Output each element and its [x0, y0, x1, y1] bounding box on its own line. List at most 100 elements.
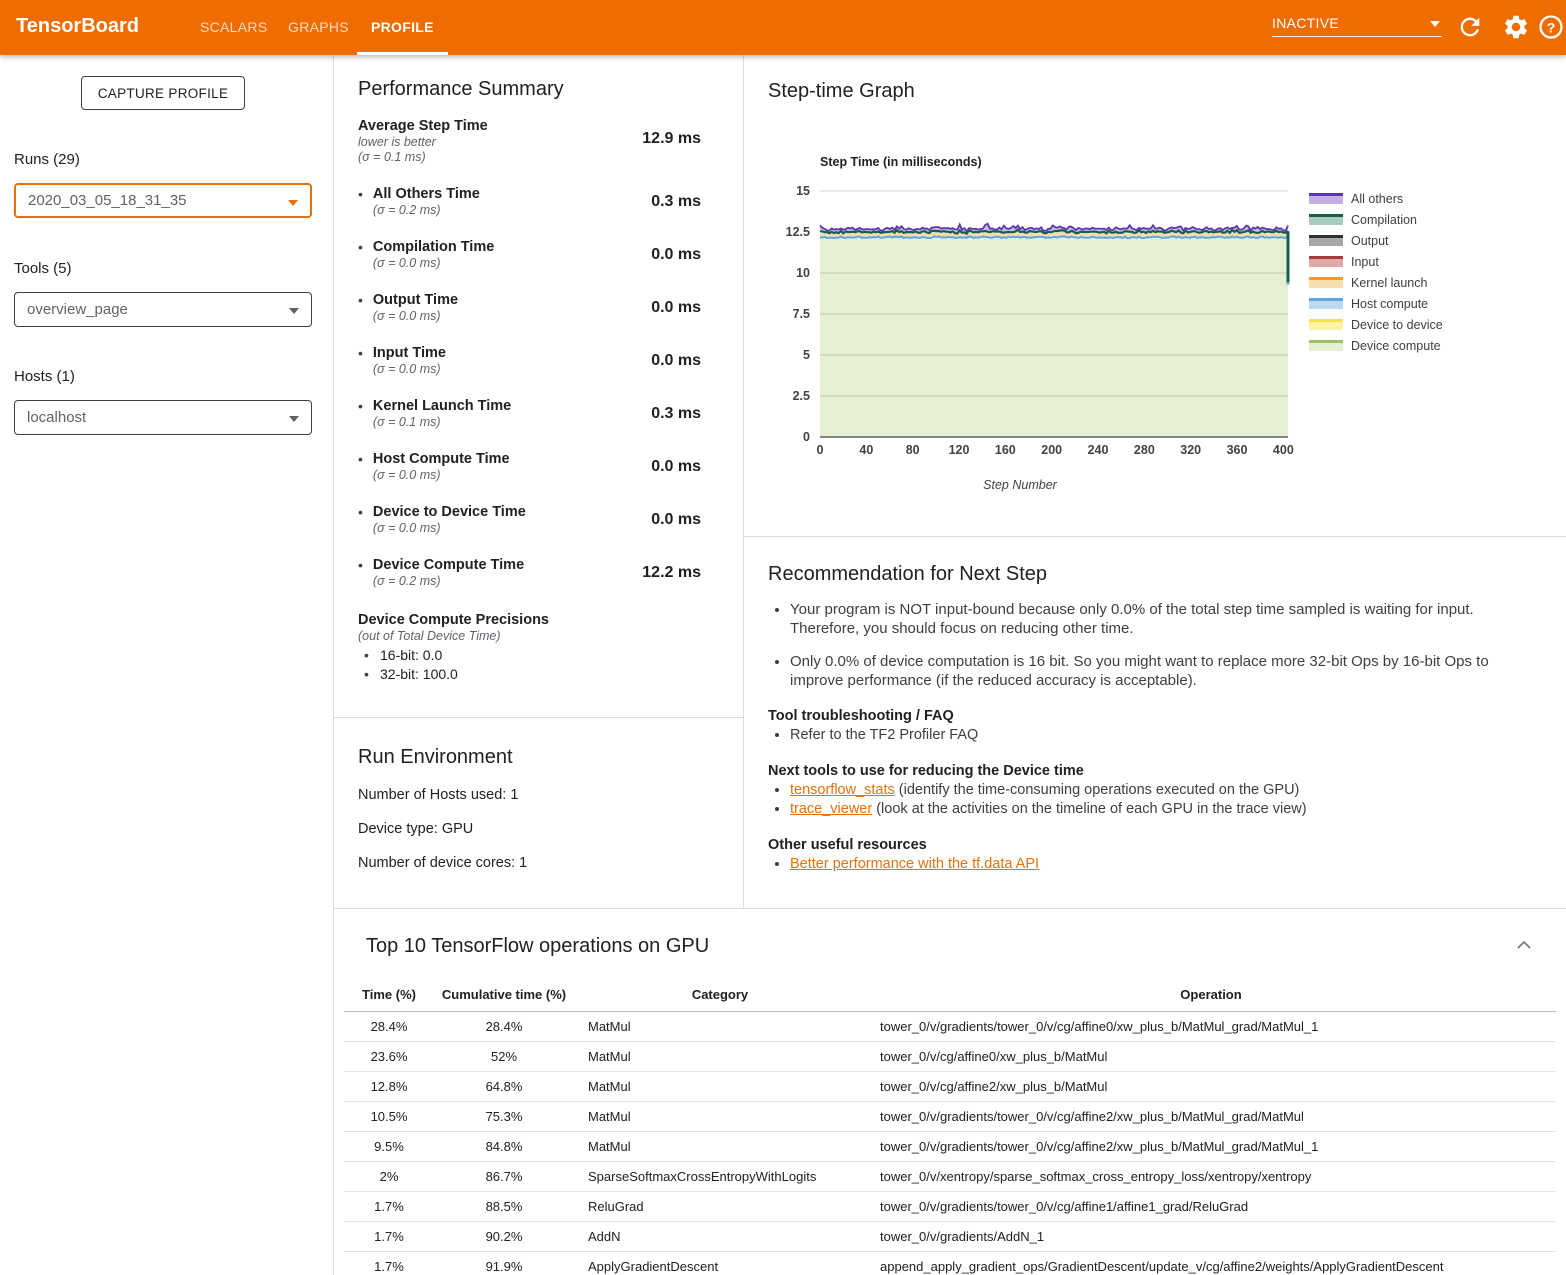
faq-item: Refer to the TF2 Profiler FAQ	[790, 726, 1536, 745]
cell-cumulative: 88.5%	[434, 1192, 574, 1222]
svg-text:80: 80	[906, 443, 920, 457]
metric-label: Device to Device Time	[373, 503, 526, 521]
tools-select[interactable]: overview_page	[14, 292, 312, 327]
refresh-icon[interactable]	[1456, 13, 1484, 41]
metric-sigma: (σ = 0.0 ms)	[373, 309, 458, 324]
column-header-operation: Operation	[866, 981, 1556, 1012]
cell-operation: tower_0/v/cg/affine2/xw_plus_b/MatMul	[866, 1072, 1556, 1102]
chevron-down-icon	[289, 308, 299, 314]
legend-swatch-icon	[1309, 256, 1343, 267]
collapse-chevron-icon[interactable]	[1516, 939, 1532, 951]
run-environment-section: Run Environment Number of Hosts used: 1 …	[334, 718, 743, 871]
cell-time: 23.6%	[344, 1042, 434, 1072]
table-row: 1.7% 91.9% ApplyGradientDescent append_a…	[344, 1252, 1556, 1275]
left-column: Performance Summary Average Step Time lo…	[334, 55, 744, 908]
top-ops-title: Top 10 TensorFlow operations on GPU	[366, 935, 709, 958]
cell-category: AddN	[574, 1222, 866, 1252]
step-time-graph-section: Step-time Graph Step Time (in millisecon…	[744, 55, 1566, 537]
capture-profile-button[interactable]: CAPTURE PROFILE	[81, 76, 245, 110]
cell-time: 1.7%	[344, 1222, 434, 1252]
cell-time: 12.8%	[344, 1072, 434, 1102]
cell-operation: tower_0/v/xentropy/sparse_softmax_cross_…	[866, 1162, 1556, 1192]
tool-link[interactable]: trace_viewer	[790, 801, 872, 817]
precisions-note: (out of Total Device Time)	[358, 629, 701, 644]
svg-text:15: 15	[796, 184, 810, 198]
chart-x-axis-label: Step Number	[786, 478, 1254, 492]
run-environment-line: Device type: GPU	[358, 821, 719, 837]
legend-swatch-icon	[1309, 214, 1343, 225]
metric-note: lower is better	[358, 135, 488, 150]
tensorboard-profile-page: { "navbar": { "brand": "TensorBoard", "t…	[0, 0, 1566, 1275]
metric-value: 0.3 ms	[651, 405, 701, 430]
reload-status-select[interactable]: INACTIVE	[1272, 11, 1442, 37]
column-header-cumulative: Cumulative time (%)	[434, 981, 574, 1012]
metric-sigma: (σ = 0.1 ms)	[358, 150, 488, 165]
legend-item: Output	[1309, 230, 1443, 251]
cell-category: ReluGrad	[574, 1192, 866, 1222]
resource-link[interactable]: Better performance with the tf.data API	[790, 856, 1039, 872]
table-row: 2% 86.7% SparseSoftmaxCrossEntropyWithLo…	[344, 1162, 1556, 1192]
hosts-select[interactable]: localhost	[14, 400, 312, 435]
svg-text:5: 5	[803, 348, 810, 362]
step-time-chart: 02.557.51012.515040801201602002402803203…	[786, 170, 1298, 466]
legend-label: Output	[1351, 234, 1389, 248]
cell-cumulative: 86.7%	[434, 1162, 574, 1192]
device-compute-precisions: Device Compute Precisions (out of Total …	[358, 611, 701, 684]
cell-cumulative: 52%	[434, 1042, 574, 1072]
bullet-icon: •	[358, 556, 363, 589]
hosts-select-value: localhost	[27, 409, 86, 426]
svg-text:200: 200	[1041, 443, 1062, 457]
recommendation-section: Recommendation for Next Step Your progra…	[744, 537, 1566, 874]
performance-summary-section: Performance Summary Average Step Time lo…	[334, 55, 743, 718]
legend-label: Kernel launch	[1351, 276, 1427, 290]
metric-value: 12.2 ms	[642, 564, 701, 589]
metric-sigma: (σ = 0.0 ms)	[373, 468, 510, 483]
metric-label: All Others Time	[373, 185, 480, 203]
legend-swatch-icon	[1309, 319, 1343, 330]
tab-graphs[interactable]: GRAPHS	[288, 0, 349, 55]
metric-value: 0.0 ms	[651, 246, 701, 271]
resource-link-item: Better performance with the tf.data API	[790, 855, 1536, 874]
table-row: 28.4% 28.4% MatMul tower_0/v/gradients/t…	[344, 1012, 1556, 1042]
cell-time: 28.4%	[344, 1012, 434, 1042]
svg-text:120: 120	[949, 443, 970, 457]
tool-link[interactable]: tensorflow_stats	[790, 782, 895, 798]
performance-summary-title: Performance Summary	[358, 78, 701, 101]
legend-label: Device to device	[1351, 318, 1443, 332]
metric-label: Device Compute Time	[373, 556, 524, 574]
tools-select-value: overview_page	[27, 301, 128, 318]
cell-cumulative: 75.3%	[434, 1102, 574, 1132]
help-icon[interactable]: ?	[1537, 13, 1565, 41]
tab-profile[interactable]: PROFILE	[371, 0, 434, 55]
recommendation-bullet: Your program is NOT input-bound because …	[790, 600, 1536, 638]
svg-text:320: 320	[1180, 443, 1201, 457]
other-resources-heading: Other useful resources	[768, 837, 1536, 853]
metric-value: 12.9 ms	[642, 130, 701, 165]
top-navbar: TensorBoard SCALARS GRAPHS PROFILE INACT…	[0, 0, 1566, 55]
metric-sigma: (σ = 0.0 ms)	[373, 256, 494, 271]
bullet-icon: •	[358, 503, 363, 536]
metric-label: Input Time	[373, 344, 446, 362]
sidebar: CAPTURE PROFILE Runs (29) 2020_03_05_18_…	[0, 55, 334, 1275]
metric-label: Average Step Time	[358, 117, 488, 135]
runs-select[interactable]: 2020_03_05_18_31_35	[14, 183, 312, 218]
cell-operation: append_apply_gradient_ops/GradientDescen…	[866, 1252, 1556, 1275]
settings-gear-icon[interactable]	[1502, 13, 1530, 41]
hosts-label: Hosts (1)	[14, 368, 75, 385]
svg-text:10: 10	[796, 266, 810, 280]
legend-item: Device compute	[1309, 335, 1443, 356]
metric-sigma: (σ = 0.1 ms)	[373, 415, 511, 430]
cell-category: ApplyGradientDescent	[574, 1252, 866, 1275]
tool-link-description: (identify the time-consuming operations …	[895, 782, 1300, 798]
legend-item: All others	[1309, 188, 1443, 209]
metric-sigma: (σ = 0.2 ms)	[373, 203, 480, 218]
chevron-down-icon	[288, 200, 298, 206]
reload-status-value: INACTIVE	[1272, 15, 1339, 31]
tab-scalars[interactable]: SCALARS	[200, 0, 267, 55]
legend-label: Device compute	[1351, 339, 1441, 353]
bullet-icon: •	[358, 185, 363, 218]
tool-link-item: tensorflow_stats (identify the time-cons…	[790, 781, 1536, 800]
metric-row: • Compilation Time (σ = 0.0 ms) 0.0 ms	[358, 238, 701, 271]
metric-value: 0.0 ms	[651, 299, 701, 324]
tools-label: Tools (5)	[14, 260, 72, 277]
